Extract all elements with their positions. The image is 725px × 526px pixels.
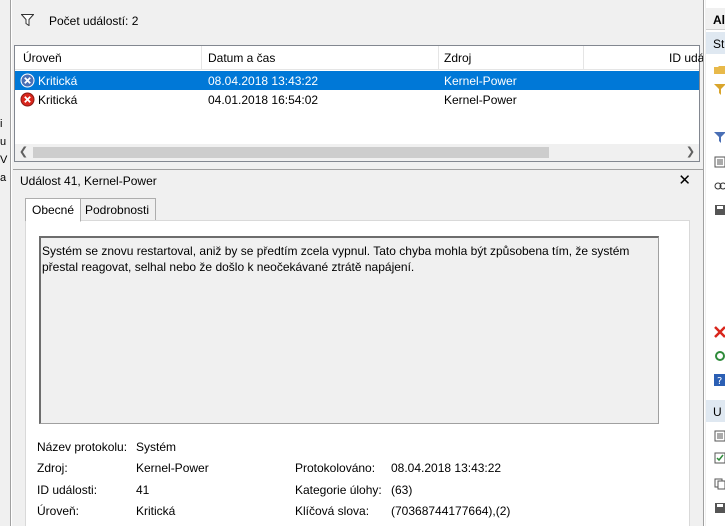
table-row[interactable]: Kritická 08.04.2018 13:43:22 Kernel-Powe… bbox=[15, 71, 699, 90]
column-header-datetime[interactable]: Datum a čas bbox=[208, 51, 275, 65]
properties-icon[interactable] bbox=[714, 156, 725, 168]
critical-error-icon bbox=[20, 73, 35, 88]
tree-fragment: u bbox=[0, 136, 7, 148]
horizontal-scrollbar[interactable]: ❮ ❯ bbox=[15, 144, 699, 161]
event-count-label: Počet událostí: 2 bbox=[49, 14, 139, 28]
tree-fragment: V bbox=[0, 154, 8, 166]
column-header-level[interactable]: Úroveň bbox=[23, 51, 62, 65]
column-header-source[interactable]: Zdroj bbox=[444, 51, 471, 65]
save-icon[interactable] bbox=[714, 204, 725, 216]
row-datetime: 08.04.2018 13:43:22 bbox=[208, 74, 319, 88]
delete-icon[interactable] bbox=[714, 326, 725, 338]
actions-pane: Al St ? U bbox=[706, 0, 725, 526]
tree-fragment: i bbox=[0, 118, 3, 130]
keywords-value: (70368744177664),(2) bbox=[391, 504, 511, 518]
task-icon[interactable] bbox=[714, 452, 725, 464]
level-value: Kritická bbox=[136, 504, 176, 518]
close-icon[interactable]: ✕ bbox=[678, 171, 691, 189]
general-tab-panel: Systém se znovu restartoval, aniž by se … bbox=[25, 220, 690, 526]
find-icon[interactable] bbox=[714, 180, 725, 192]
logged-value: 08.04.2018 13:43:22 bbox=[391, 461, 502, 475]
filter-icon[interactable] bbox=[714, 84, 725, 96]
chevron-left-icon[interactable]: ❮ bbox=[16, 145, 31, 160]
pane-splitter-left[interactable] bbox=[10, 0, 12, 526]
row-level: Kritická bbox=[38, 74, 78, 88]
task-category-value: (63) bbox=[391, 483, 413, 497]
actions-header: Al bbox=[706, 8, 725, 30]
filter-icon[interactable] bbox=[714, 132, 725, 144]
filter-icon bbox=[21, 14, 34, 26]
event-id-label: ID události: bbox=[37, 483, 98, 497]
log-name-label: Název protokolu: bbox=[37, 440, 128, 454]
svg-text:?: ? bbox=[717, 376, 722, 386]
pane-splitter-right[interactable] bbox=[703, 0, 705, 526]
task-category-label: Kategorie úlohy: bbox=[295, 483, 382, 497]
chevron-right-icon[interactable]: ❯ bbox=[683, 145, 698, 160]
source-value: Kernel-Power bbox=[136, 461, 209, 475]
save-icon[interactable] bbox=[714, 502, 725, 514]
event-id-value: 41 bbox=[136, 483, 150, 497]
properties-icon[interactable] bbox=[714, 430, 725, 442]
actions-section-header[interactable]: U bbox=[706, 400, 725, 422]
event-viewer-window: { "left_strip_fragments": ["i", "u", "V"… bbox=[0, 0, 725, 526]
folder-icon[interactable] bbox=[714, 64, 725, 76]
help-icon[interactable]: ? bbox=[714, 374, 725, 386]
event-description[interactable]: Systém se znovu restartoval, aniž by se … bbox=[39, 236, 659, 424]
actions-section-header[interactable]: St bbox=[706, 32, 725, 54]
filter-bar: Počet událostí: 2 bbox=[13, 0, 703, 42]
event-details-title: Událost 41, Kernel-Power bbox=[20, 174, 157, 188]
column-separator[interactable] bbox=[583, 46, 584, 70]
logged-label: Protokolováno: bbox=[295, 461, 376, 475]
level-label: Úroveň: bbox=[37, 504, 80, 518]
event-details-header: Událost 41, Kernel-Power ✕ bbox=[13, 169, 703, 191]
table-row[interactable]: Kritická 04.01.2018 16:54:02 Kernel-Powe… bbox=[15, 90, 699, 109]
list-header: Úroveň Datum a čas Zdroj ID udá bbox=[15, 46, 704, 70]
critical-error-icon bbox=[20, 92, 35, 107]
event-list[interactable]: Úroveň Datum a čas Zdroj ID udá Kritická… bbox=[14, 45, 704, 162]
column-header-event-id[interactable]: ID udá bbox=[669, 51, 704, 65]
column-separator[interactable] bbox=[438, 46, 439, 70]
copy-icon[interactable] bbox=[714, 478, 725, 490]
log-name-value: Systém bbox=[136, 440, 177, 454]
row-source: Kernel-Power bbox=[444, 74, 517, 88]
refresh-icon[interactable] bbox=[714, 350, 725, 362]
left-tree-pane-fragment: i u V a bbox=[0, 0, 10, 526]
column-separator[interactable] bbox=[201, 46, 202, 70]
tree-fragment: a bbox=[0, 172, 7, 184]
tab-general[interactable]: Obecné bbox=[25, 198, 82, 222]
source-label: Zdroj: bbox=[37, 461, 68, 475]
row-datetime: 04.01.2018 16:54:02 bbox=[208, 93, 319, 107]
keywords-label: Klíčová slova: bbox=[295, 504, 370, 518]
tab-details[interactable]: Podrobnosti bbox=[78, 198, 157, 221]
row-level: Kritická bbox=[38, 93, 78, 107]
scrollbar-thumb[interactable] bbox=[33, 147, 549, 158]
row-source: Kernel-Power bbox=[444, 93, 517, 107]
